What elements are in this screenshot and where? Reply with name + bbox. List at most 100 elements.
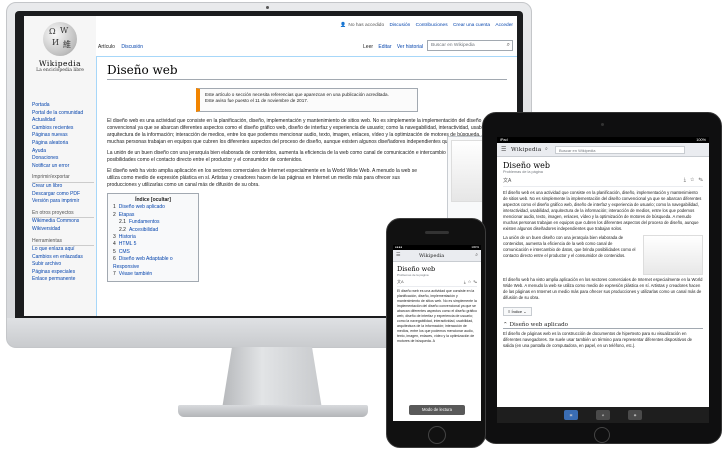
sidebar-item[interactable]: Página aleatoria	[32, 140, 94, 148]
tab-history[interactable]: Ver historial	[397, 44, 423, 50]
sidebar-item[interactable]: Enlace permanente	[32, 276, 94, 284]
tablet-article: Diseño web Problemas de la página 文A ⤓ ☆…	[497, 157, 709, 356]
tablet-home-button[interactable]	[594, 427, 610, 443]
toc-item[interactable]: 2 Etapas	[113, 212, 193, 219]
download-icon[interactable]: ⤓	[464, 279, 466, 284]
tablet-camera-icon	[601, 123, 604, 126]
paragraph: El diseño web es una actividad que consi…	[397, 289, 477, 343]
sidebar-item[interactable]: Páginas nuevas	[32, 132, 94, 140]
sidebar-item[interactable]: Lo que enlaza aquí	[32, 246, 94, 254]
toc-item[interactable]: 2.2 Accesibilidad	[113, 227, 193, 234]
create-account-link[interactable]: Crear una cuenta	[453, 23, 490, 28]
menu-icon[interactable]: ☰	[501, 146, 506, 153]
tablet-page-issues[interactable]: Problemas de la página	[503, 170, 703, 174]
paragraph: El diseño web es una actividad que consi…	[503, 190, 702, 231]
tab-read[interactable]: Leer	[363, 44, 373, 50]
language-icon[interactable]: 文A	[503, 177, 511, 184]
section-heading[interactable]: ⌃ Diseño web aplicado	[503, 322, 703, 329]
download-icon[interactable]: ⤓	[684, 177, 686, 183]
phone-screen: ●●●● 100% ☰ Wikipedia ⌕ Diseño web Probl…	[393, 245, 481, 421]
sidebar-item[interactable]: Cambios en enlazadas	[32, 254, 94, 262]
not-logged-in-label: No has accedido	[348, 23, 385, 28]
sidebar-item[interactable]: Wikiversidad	[32, 226, 94, 234]
dock-app-icon[interactable]: ▣	[564, 410, 578, 420]
status-battery: 100%	[696, 138, 706, 142]
star-icon[interactable]: ☆	[690, 177, 694, 183]
tablet-thumbnail[interactable]	[643, 235, 703, 275]
search-icon: ⌕	[545, 146, 548, 152]
sidebar-item[interactable]: Descargar como PDF	[32, 191, 94, 199]
sidebar-heading-projects[interactable]: En otros proyectos	[32, 210, 94, 219]
sidebar-item[interactable]: Crear un libro	[32, 183, 94, 191]
edit-pencil-icon[interactable]: ✎	[698, 177, 703, 183]
star-icon[interactable]: ☆	[468, 279, 471, 284]
reading-mode-toast[interactable]: Modo de lectura	[409, 405, 465, 415]
toc-item[interactable]: 1 Diseño web aplicado	[113, 204, 193, 211]
paragraph: El diseño web ha visto amplia aplicación…	[107, 168, 417, 188]
paragraph: El diseño web ha visto amplia aplicación…	[503, 277, 703, 300]
tablet-brand[interactable]: Wikipedia	[511, 147, 541, 153]
contributions-link[interactable]: Contribuciones	[416, 23, 448, 28]
camera-icon	[266, 6, 269, 9]
sidebar-nav: Portada Portal de la comunidad Actualida…	[32, 102, 94, 284]
toc-title[interactable]: Índice [ocultar]	[113, 197, 193, 204]
menu-icon[interactable]: ☰	[396, 252, 400, 258]
toc-item[interactable]: 5 CMS	[113, 249, 193, 256]
tablet-dock: ▣ ◈ ◉	[497, 407, 709, 423]
page-title: Diseño web	[107, 63, 507, 80]
search-icon[interactable]: ⌕	[475, 252, 478, 258]
sidebar-item[interactable]: Donaciones	[32, 155, 94, 163]
tablet-screen: iPad 100% ☰ Wikipedia ⌕ Buscar en Wikipe…	[497, 137, 709, 423]
sidebar-item[interactable]: Subir archivo	[32, 261, 94, 269]
sidebar-item[interactable]: Portal de la comunidad	[32, 110, 94, 118]
sidebar-item[interactable]: Notificar un error	[32, 163, 94, 171]
toc-item[interactable]: 2.1 Fundamentos	[113, 219, 193, 226]
monitor-base	[178, 405, 368, 417]
chevron-down-icon: ⌄	[523, 309, 527, 314]
logo-tagline: La enciclopedia libre	[36, 68, 84, 73]
top-bar: 👤 No has accedido Discusión Contribucion…	[96, 16, 517, 56]
phone-home-button[interactable]	[428, 426, 446, 444]
sidebar-heading-print[interactable]: Imprimir/exportar	[32, 174, 94, 183]
tablet-page-actions: 文A ⤓ ☆ ✎	[503, 177, 703, 187]
index-toggle[interactable]: ≡ Índice ⌄	[503, 307, 532, 316]
toc-item[interactable]: 7 Véase también	[113, 271, 193, 278]
monitor-stand	[222, 347, 322, 409]
dock-app-icon[interactable]: ◈	[596, 410, 610, 420]
search-input[interactable]: Buscar en Wikipedia ⌕	[427, 40, 513, 51]
tab-edit[interactable]: Editar	[378, 44, 391, 50]
sidebar-heading-tools[interactable]: Herramientas	[32, 238, 94, 247]
sidebar-item[interactable]: Actualidad	[32, 117, 94, 125]
phone-device: ●●●● 100% ☰ Wikipedia ⌕ Diseño web Probl…	[386, 218, 486, 448]
sidebar-item[interactable]: Páginas especiales	[32, 269, 94, 277]
phone-speaker	[425, 231, 449, 234]
sidebar-item[interactable]: Ayuda	[32, 148, 94, 156]
sidebar: ΩW И維 Wikipedia La enciclopedia libre Po…	[24, 16, 96, 316]
tab-talk[interactable]: Discusión	[121, 44, 143, 50]
sidebar-item[interactable]: Cambios recientes	[32, 125, 94, 133]
phone-action-icons: ⤓ ☆ ✎	[464, 279, 477, 285]
sidebar-item[interactable]: Versión para imprimir	[32, 198, 94, 206]
tablet-search-input[interactable]: Buscar en Wikipedia	[555, 146, 685, 154]
language-icon[interactable]: 文A	[397, 279, 404, 285]
tab-article[interactable]: Artículo	[98, 44, 115, 50]
wikipedia-logo[interactable]: ΩW И維 Wikipedia La enciclopedia libre	[34, 22, 86, 88]
phone-brand[interactable]: Wikipedia	[419, 253, 444, 259]
sidebar-item[interactable]: Portada	[32, 102, 94, 110]
search-icon[interactable]: ⌕	[507, 42, 510, 49]
login-link[interactable]: Acceder	[495, 23, 513, 28]
references-notice: Este artículo o sección necesita referen…	[196, 88, 418, 112]
talk-link[interactable]: Discusión	[389, 23, 410, 28]
phone-header: ☰ Wikipedia ⌕	[393, 250, 481, 262]
tablet-device: iPad 100% ☰ Wikipedia ⌕ Buscar en Wikipe…	[482, 112, 722, 444]
sidebar-item[interactable]: Wikimedia Commons	[32, 218, 94, 226]
phone-page-issues[interactable]: Problemas de la página	[397, 273, 477, 277]
toc-item[interactable]: 3 Historia	[113, 234, 193, 241]
puzzle-globe-icon: ΩW И維	[43, 22, 77, 56]
dock-app-icon[interactable]: ◉	[628, 410, 642, 420]
edit-pencil-icon[interactable]: ✎	[473, 279, 477, 284]
toc-item[interactable]: 6 Diseño web Adaptable o Responsive	[113, 256, 193, 271]
tablet-action-icons: ⤓ ☆ ✎	[684, 177, 703, 184]
search-placeholder: Buscar en Wikipedia	[431, 43, 475, 48]
toc-item[interactable]: 4 HTML 5	[113, 241, 193, 248]
